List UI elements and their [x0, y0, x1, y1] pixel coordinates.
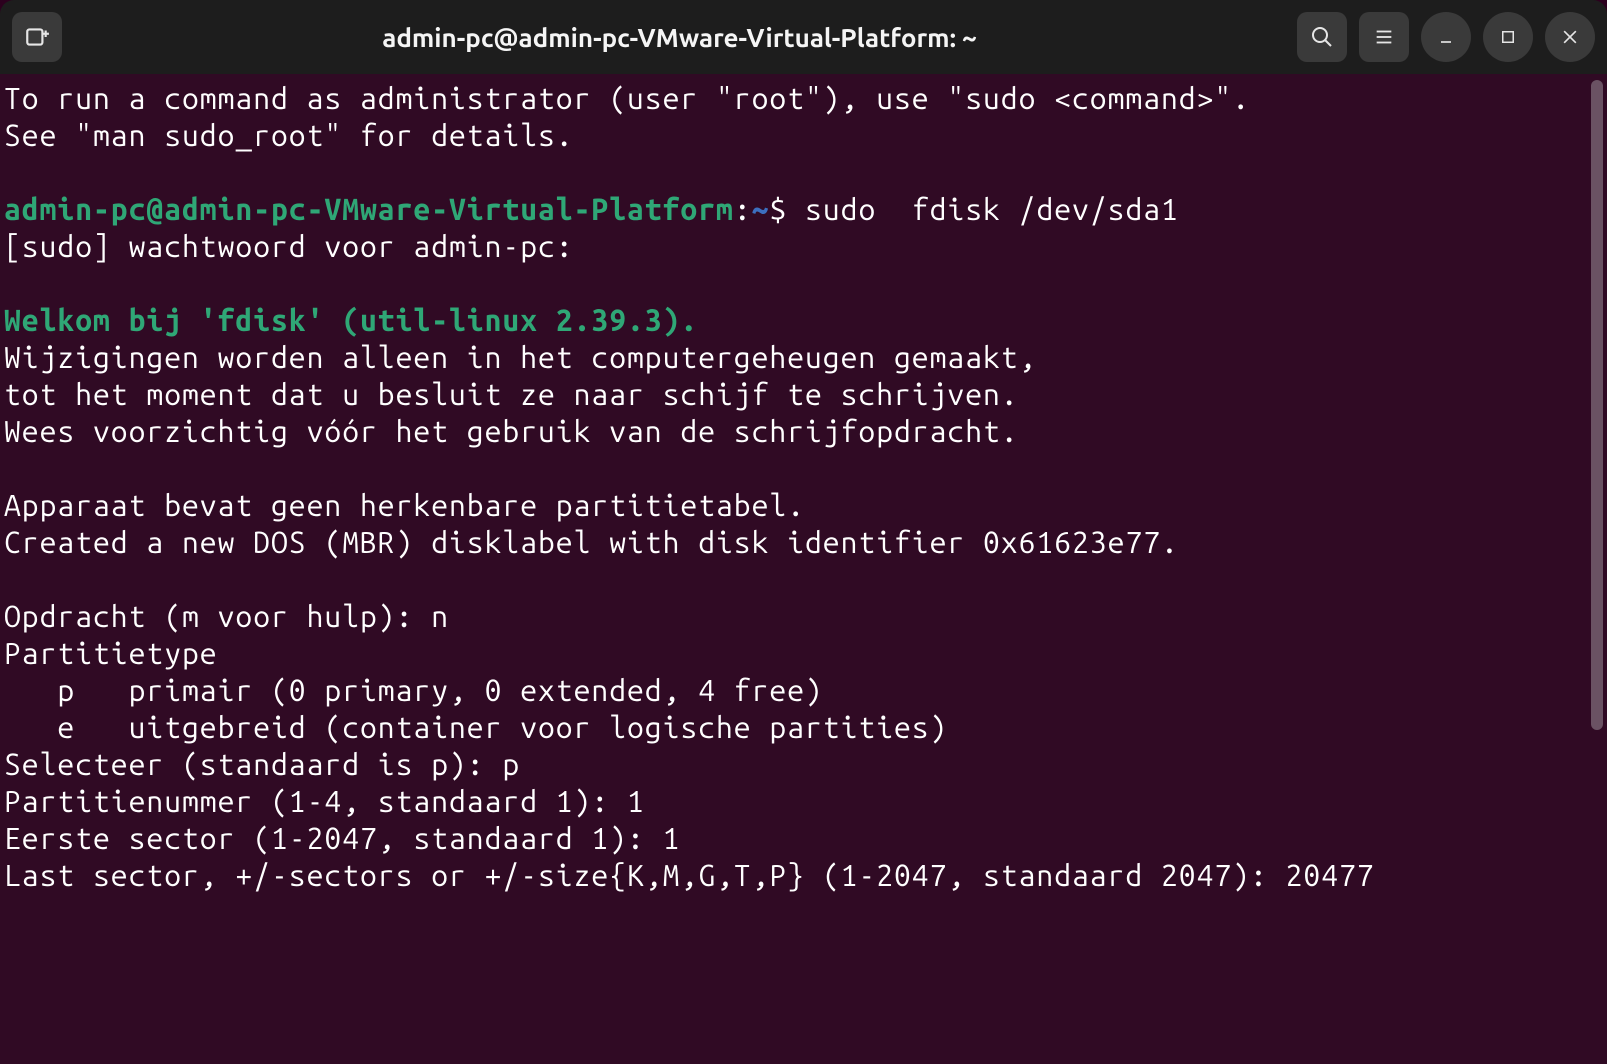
maximize-button[interactable]: [1483, 12, 1533, 62]
close-button[interactable]: [1545, 12, 1595, 62]
mem-line-2: tot het moment dat u besluit ze naar sch…: [4, 377, 1019, 411]
partition-number-label: Partitienummer (1-4, standaard 1):: [4, 784, 627, 818]
select-prompt-label: Selecteer (standaard is p):: [4, 747, 502, 781]
search-button[interactable]: [1297, 12, 1347, 62]
select-prompt-input: p: [502, 747, 520, 781]
prompt-user: admin-pc@admin-pc-VMware-Virtual-Platfor…: [4, 192, 734, 226]
partition-number-input: 1: [627, 784, 645, 818]
no-partition: Apparaat bevat geen herkenbare partitiet…: [4, 488, 805, 522]
window-title: admin-pc@admin-pc-VMware-Virtual-Platfor…: [382, 23, 977, 52]
scrollbar[interactable]: [1591, 80, 1603, 730]
mem-line-1: Wijzigingen worden alleen in het compute…: [4, 340, 1036, 374]
intro-line-1: To run a command as administrator (user …: [4, 81, 1250, 115]
prompt-path: ~: [752, 192, 770, 226]
intro-line-2: See "man sudo_root" for details.: [4, 118, 574, 152]
terminal-output: To run a command as administrator (user …: [0, 74, 1607, 898]
new-tab-button[interactable]: [12, 12, 62, 62]
command-input: sudo fdisk /dev/sda1: [805, 192, 1179, 226]
partition-type-header: Partitietype: [4, 636, 218, 670]
fdisk-welcome: Welkom bij 'fdisk' (util-linux 2.39.3).: [4, 303, 698, 337]
partition-type-primary: p primair (0 primary, 0 extended, 4 free…: [4, 673, 823, 707]
titlebar: admin-pc@admin-pc-VMware-Virtual-Platfor…: [0, 0, 1607, 74]
prompt-dollar: $: [769, 192, 805, 226]
first-sector-label: Eerste sector (1-2047, standaard 1):: [4, 821, 663, 855]
terminal-area[interactable]: To run a command as administrator (user …: [0, 74, 1607, 1064]
command-prompt-label: Opdracht (m voor hulp):: [4, 599, 431, 633]
minimize-button[interactable]: [1421, 12, 1471, 62]
last-sector-label: Last sector, +/-sectors or +/-size{K,M,G…: [4, 858, 1286, 892]
prompt-sep: :: [734, 192, 752, 226]
new-disklabel: Created a new DOS (MBR) disklabel with d…: [4, 525, 1179, 559]
command-prompt-input: n: [431, 599, 449, 633]
sudo-prompt: [sudo] wachtwoord voor admin-pc:: [4, 229, 591, 263]
partition-type-extended: e uitgebreid (container voor logische pa…: [4, 710, 947, 744]
first-sector-input: 1: [663, 821, 681, 855]
last-sector-input: 20477: [1286, 858, 1375, 892]
mem-line-3: Wees voorzichtig vóór het gebruik van de…: [4, 414, 1019, 448]
hamburger-menu-button[interactable]: [1359, 12, 1409, 62]
